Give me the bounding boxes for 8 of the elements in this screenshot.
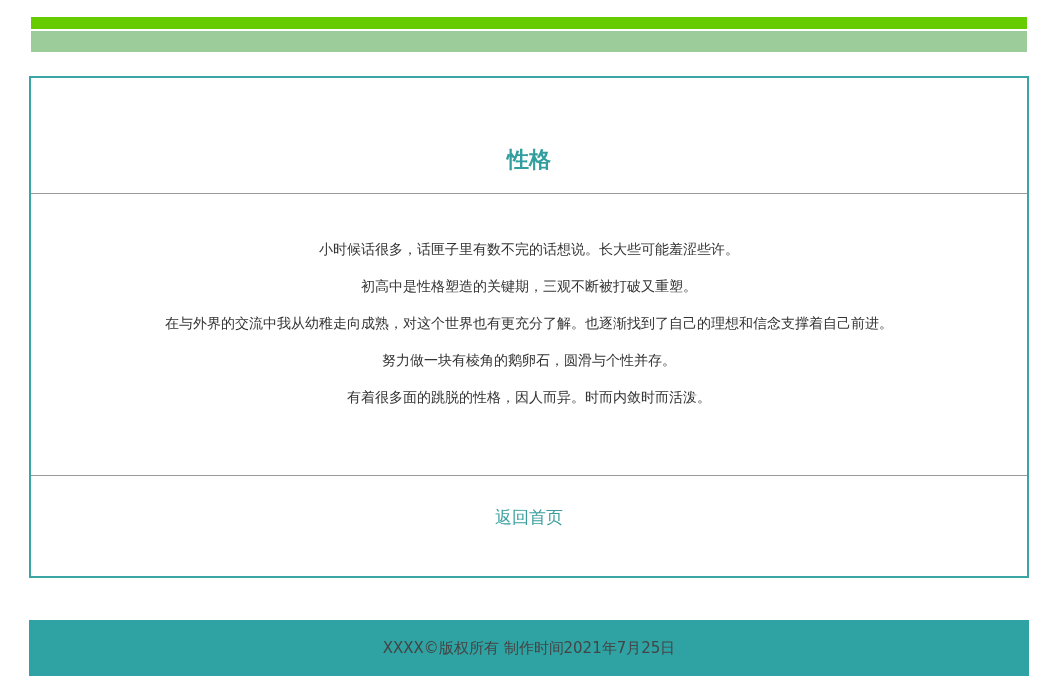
paragraph: 有着很多面的跳脱的性格，因人而异。时而内敛时而活泼。 [347,388,711,407]
paragraph: 初高中是性格塑造的关键期，三观不断被打破又重塑。 [361,277,697,296]
page-title: 性格 [507,146,551,174]
copyright-text: XXXX©版权所有 制作时间2021年7月25日 [382,638,676,658]
home-link[interactable]: 返回首页 [495,506,563,529]
paragraph: 小时候话很多，话匣子里有数不完的话想说。长大些可能羞涩些许。 [319,240,739,259]
paragraph: 在与外界的交流中我从幼稚走向成熟，对这个世界也有更充分了解。也逐渐找到了自己的理想和信念支撑着自己前进。 [165,314,893,333]
paragraph: 努力做一块有棱角的鹅卵石，圆滑与个性并存。 [382,351,676,370]
